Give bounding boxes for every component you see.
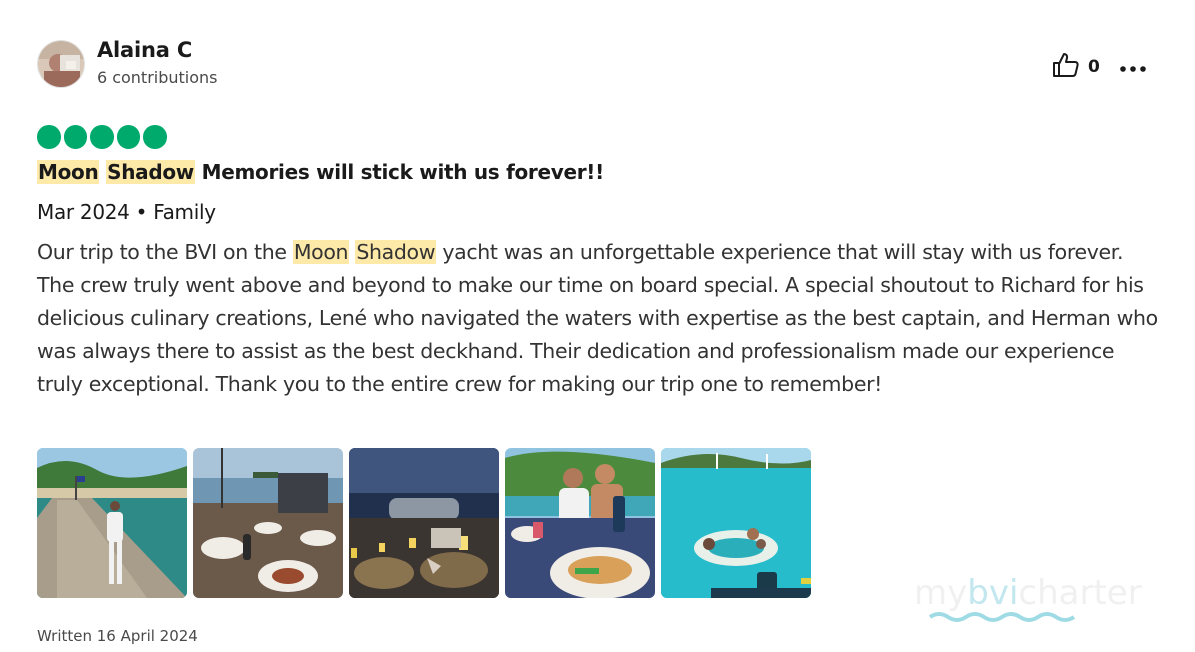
body-highlight: Moon <box>292 240 350 264</box>
review-photo-night[interactable] <box>349 448 499 598</box>
trip-separator: • <box>129 200 154 224</box>
title-text: Memories will stick with us forever!! <box>194 160 605 184</box>
written-date: Written 16 April 2024 <box>37 627 198 645</box>
watermark-logo: mybvicharter <box>912 572 1172 628</box>
review-photo-table[interactable] <box>193 448 343 598</box>
contributions-number: 6 <box>97 68 108 87</box>
rating-bubble-icon <box>90 125 114 149</box>
svg-text:mybvicharter: mybvicharter <box>914 573 1142 613</box>
trip-info: Mar 2024 • Family <box>37 200 216 224</box>
rating-bubble-icon <box>116 125 140 149</box>
contributions-label: contributions <box>112 68 218 87</box>
author-name[interactable]: Alaina C <box>97 38 192 62</box>
thumbs-up-icon <box>1052 52 1080 82</box>
title-highlight: Moon <box>37 160 100 184</box>
contributions-count: 6 contributions <box>97 68 218 87</box>
rating-bubble-icon <box>63 125 87 149</box>
review-card: Alaina C 6 contributions 0 Moon Shadow Me… <box>0 0 1195 652</box>
review-photo-dock[interactable] <box>37 448 187 598</box>
more-options-button[interactable] <box>1118 55 1148 77</box>
rating-bubbles <box>37 125 167 149</box>
body-text-start: Our trip to the BVI on the <box>37 240 293 264</box>
helpful-vote-button[interactable]: 0 <box>1052 52 1100 82</box>
trip-type: Family <box>153 200 216 224</box>
review-body: Our trip to the BVI on the Moon Shadow y… <box>37 236 1162 401</box>
body-highlight: Shadow <box>355 240 437 264</box>
review-photo-float[interactable] <box>661 448 811 598</box>
helpful-count: 0 <box>1088 57 1100 77</box>
rating-bubble-icon <box>143 125 167 149</box>
trip-date: Mar 2024 <box>37 200 130 224</box>
more-options-icon <box>1120 57 1146 76</box>
review-photo-couple[interactable] <box>505 448 655 598</box>
avatar[interactable] <box>37 40 85 88</box>
title-highlight: Shadow <box>106 160 195 184</box>
review-title[interactable]: Moon Shadow Memories will stick with us … <box>37 160 604 184</box>
rating-bubble-icon <box>37 125 61 149</box>
review-photos <box>37 448 811 598</box>
